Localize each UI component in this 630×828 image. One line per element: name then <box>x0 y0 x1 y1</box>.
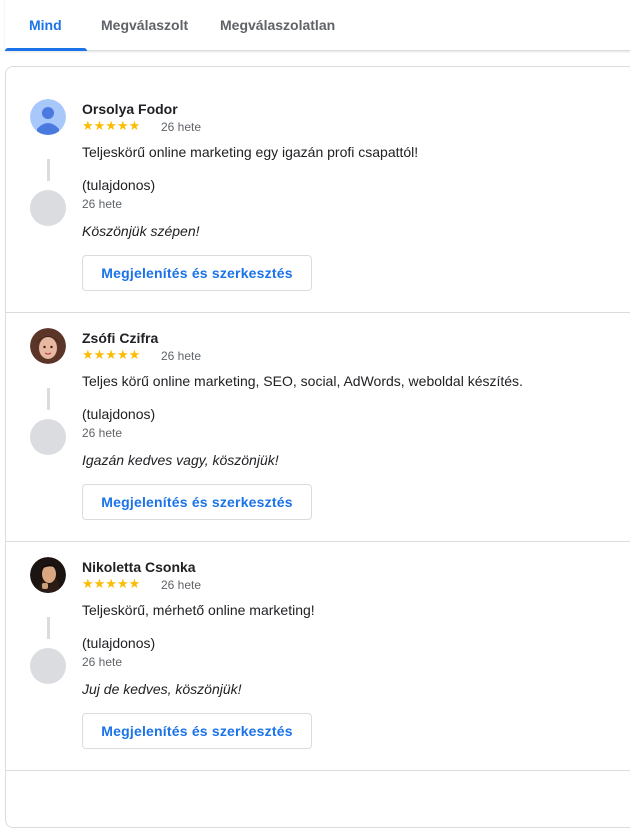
review-item: Orsolya Fodor ★★★★★ 26 hete Teljeskörű o… <box>6 83 630 313</box>
reply-time: 26 hete <box>82 655 123 669</box>
reviewer-name[interactable]: Nikoletta Csonka <box>82 559 196 575</box>
tab-answered[interactable]: Megválaszolt <box>101 0 188 50</box>
owner-reply-text: Igazán kedves vagy, köszönjük! <box>82 452 279 468</box>
tab-all[interactable]: Mind <box>29 0 62 50</box>
reply-time: 26 hete <box>82 197 123 211</box>
owner-avatar <box>30 419 66 455</box>
show-edit-reply-button[interactable]: Megjelenítés és szerkesztés <box>82 255 312 291</box>
profile-photo <box>30 557 66 593</box>
review-item: Nikoletta Csonka ★★★★★ 26 hete Teljeskör… <box>6 541 630 771</box>
review-filter-tabs: Mind Megválaszolt Megválaszolatlan <box>5 0 630 51</box>
show-edit-reply-button[interactable]: Megjelenítés és szerkesztés <box>82 484 312 520</box>
reply-time: 26 hete <box>82 426 123 440</box>
review-time: 26 hete <box>161 578 202 592</box>
owner-label: (tulajdonos) <box>82 406 156 422</box>
owner-label: (tulajdonos) <box>82 635 156 651</box>
tab-unanswered[interactable]: Megválaszolatlan <box>220 0 335 50</box>
review-text: Teljes körű online marketing, SEO, socia… <box>82 373 523 389</box>
thread-connector <box>47 617 50 639</box>
owner-avatar <box>30 190 66 226</box>
review-text: Teljeskörű online marketing egy igazán p… <box>82 144 419 160</box>
review-time: 26 hete <box>161 349 202 363</box>
review-time: 26 hete <box>161 120 202 134</box>
review-text: Teljeskörű, mérhető online marketing! <box>82 602 315 618</box>
review-item: Zsófi Czifra ★★★★★ 26 hete Teljes körű o… <box>6 312 630 542</box>
owner-label: (tulajdonos) <box>82 177 156 193</box>
active-tab-indicator <box>5 48 87 51</box>
reviewer-name[interactable]: Orsolya Fodor <box>82 101 178 117</box>
star-rating: ★★★★★ <box>82 576 141 591</box>
star-rating: ★★★★★ <box>82 118 141 133</box>
thread-connector <box>47 388 50 410</box>
reviews-card: Orsolya Fodor ★★★★★ 26 hete Teljeskörű o… <box>5 66 630 828</box>
owner-avatar <box>30 648 66 684</box>
thread-connector <box>47 159 50 181</box>
owner-reply-text: Köszönjük szépen! <box>82 223 200 239</box>
reviewer-name[interactable]: Zsófi Czifra <box>82 330 158 346</box>
show-edit-reply-button[interactable]: Megjelenítés és szerkesztés <box>82 713 312 749</box>
star-rating: ★★★★★ <box>82 347 141 362</box>
default-person-icon <box>30 99 66 135</box>
owner-reply-text: Juj de kedves, köszönjük! <box>82 681 242 697</box>
profile-photo <box>30 328 66 364</box>
